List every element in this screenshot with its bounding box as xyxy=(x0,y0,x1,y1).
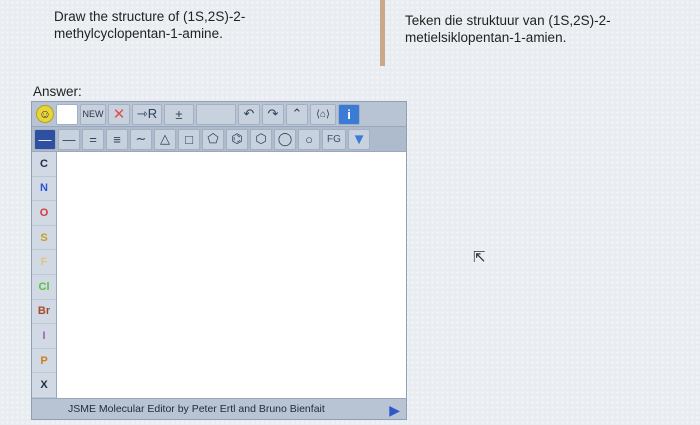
spacer-button xyxy=(196,103,236,125)
rgroup-button[interactable]: ⇾R xyxy=(132,103,162,125)
ring5-button[interactable]: ⬠ xyxy=(202,128,224,150)
atom-button-c[interactable]: C xyxy=(32,152,56,177)
single-bond-alt-button[interactable]: — xyxy=(58,128,80,150)
ring3-button[interactable]: △ xyxy=(154,128,176,150)
double-bond-button[interactable]: = xyxy=(82,128,104,150)
chain-button[interactable]: ∼ xyxy=(130,128,152,150)
charge-button[interactable]: ± xyxy=(164,103,194,125)
single-bond-button[interactable]: — xyxy=(34,128,56,150)
new-button[interactable]: NEW xyxy=(80,103,106,125)
atom-button-i[interactable]: I xyxy=(32,324,56,349)
functional-group-button[interactable]: FG xyxy=(322,128,346,150)
undo-icon[interactable]: ↶ xyxy=(238,103,260,125)
ring8-button[interactable]: ○ xyxy=(298,128,320,150)
jsme-editor: ☺ NEW ✕ ⇾R ± ↶ ↷ ⌃ ⟨⌂⟩ i — — = ≡ ∼ △ □ ⬠… xyxy=(31,101,407,420)
atom-button-f[interactable]: F xyxy=(32,250,56,275)
editor-status-bar: JSME Molecular Editor by Peter Ertl and … xyxy=(32,398,406,419)
ring6-button[interactable]: ⬡ xyxy=(250,128,272,150)
atom-button-s[interactable]: S xyxy=(32,226,56,251)
atom-button-br[interactable]: Br xyxy=(32,300,56,325)
mouse-cursor-icon: ⇱ xyxy=(473,249,486,266)
question-afrikaans: Teken die struktuur van (1S,2S)-2-metiel… xyxy=(405,13,611,45)
info-button[interactable]: i xyxy=(338,103,360,125)
smiley-icon[interactable]: ☺ xyxy=(36,105,54,123)
atom-button-cl[interactable]: Cl xyxy=(32,275,56,300)
triple-bond-button[interactable]: ≡ xyxy=(106,128,128,150)
redo-icon[interactable]: ↷ xyxy=(262,103,284,125)
status-text: JSME Molecular Editor by Peter Ertl and … xyxy=(68,403,325,415)
ring7-button[interactable]: ◯ xyxy=(274,128,296,150)
select-square-icon[interactable] xyxy=(56,103,78,125)
ring4-button[interactable]: □ xyxy=(178,128,200,150)
drawing-canvas[interactable] xyxy=(58,152,406,398)
up-icon[interactable]: ⌃ xyxy=(286,103,308,125)
atom-button-x[interactable]: X xyxy=(32,373,56,398)
delete-button[interactable]: ✕ xyxy=(108,103,130,125)
atom-button-o[interactable]: O xyxy=(32,201,56,226)
question-english: Draw the structure of (1S,2S)-2-methylcy… xyxy=(54,9,246,41)
benzene-button[interactable]: ⌬ xyxy=(226,128,248,150)
fg-dropdown-icon[interactable]: ▼ xyxy=(348,128,370,150)
column-divider xyxy=(380,0,385,66)
atom-button-n[interactable]: N xyxy=(32,177,56,202)
editor-toolbar-top: ☺ NEW ✕ ⇾R ± ↶ ↷ ⌃ ⟨⌂⟩ i xyxy=(32,102,406,127)
atom-button-p[interactable]: P xyxy=(32,349,56,374)
template-icon[interactable]: ⟨⌂⟩ xyxy=(310,103,336,125)
atom-palette: C N O S F Cl Br I P X xyxy=(32,152,57,398)
editor-toolbar-bonds: — — = ≡ ∼ △ □ ⬠ ⌬ ⬡ ◯ ○ FG ▼ xyxy=(32,127,406,152)
answer-label: Answer: xyxy=(33,84,82,99)
expand-arrow-icon[interactable]: ▶ xyxy=(389,402,400,419)
